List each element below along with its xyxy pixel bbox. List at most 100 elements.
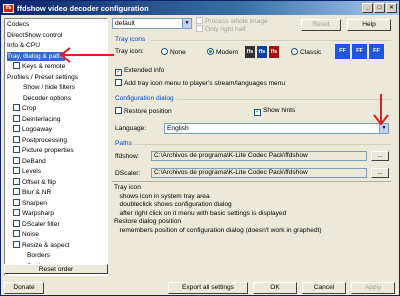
add-tray-menu-option[interactable]: Add tray icon menu to player's stream/la… bbox=[115, 79, 285, 87]
sidebar-item[interactable]: Sharpen bbox=[13, 198, 47, 208]
export-all-settings-button[interactable]: Export all settings bbox=[168, 282, 248, 294]
sidebar-item[interactable]: Blur & NR bbox=[13, 188, 51, 197]
classic-tray-icon-3: FF bbox=[369, 44, 384, 59]
ffdshow-browse-button[interactable]: ... bbox=[371, 151, 389, 161]
apply-button[interactable]: Apply bbox=[351, 282, 395, 294]
only-right-half-option[interactable]: Only right half bbox=[196, 25, 246, 33]
modern-tray-icon-1: ffs bbox=[245, 46, 255, 58]
restore-position-option[interactable]: Restore position bbox=[115, 107, 172, 115]
process-whole-image-checkbox[interactable] bbox=[196, 17, 203, 24]
maximize-button[interactable]: □ bbox=[374, 3, 385, 13]
restore-position-checkbox[interactable] bbox=[115, 107, 122, 114]
sidebar-item-checkbox[interactable] bbox=[13, 114, 20, 122]
sidebar-item-label: Picture properties bbox=[22, 147, 74, 154]
sidebar-item-checkbox[interactable] bbox=[13, 240, 20, 248]
tray-icon-none-option[interactable]: None bbox=[161, 48, 186, 56]
sidebar-item[interactable]: Crop bbox=[13, 104, 36, 113]
sidebar-item[interactable]: Show / hide filters bbox=[23, 83, 75, 92]
sidebar-item[interactable]: Profiles / Preset settings bbox=[7, 73, 78, 82]
section-divider bbox=[177, 99, 391, 100]
tray-icons-section-title: Tray icons bbox=[115, 36, 146, 43]
sidebar-item-checkbox[interactable] bbox=[13, 177, 20, 185]
classic-tray-icon-1: FF bbox=[335, 44, 350, 59]
show-hints-checkbox[interactable]: ✓ bbox=[254, 109, 261, 116]
sidebar-item-checkbox[interactable] bbox=[13, 209, 20, 216]
dscaler-path-label: DScaler: bbox=[115, 170, 141, 177]
sidebar-item-label: Sharpen bbox=[22, 199, 47, 207]
sidebar-item[interactable]: Noise bbox=[13, 230, 39, 239]
sidebar-item-checkbox[interactable] bbox=[13, 156, 20, 164]
sidebar-item[interactable]: Decoder options bbox=[23, 94, 71, 103]
modern-tray-icon-3: ffs bbox=[269, 46, 279, 58]
sidebar-item-label: Blur & NR bbox=[22, 189, 52, 196]
sidebar-item-label: Warpsharp bbox=[22, 210, 55, 217]
sidebar-item[interactable]: Deinterlacing bbox=[13, 114, 60, 124]
sidebar-item-checkbox[interactable] bbox=[13, 230, 20, 237]
sidebar-item[interactable]: Levels bbox=[13, 167, 41, 176]
language-select[interactable]: English ▼ bbox=[164, 123, 389, 134]
sidebar-item[interactable]: Postprocessing bbox=[13, 135, 67, 145]
ffdshow-path-field[interactable]: C:\Archivos de programa\K-Lite Codec Pac… bbox=[151, 151, 367, 161]
show-hints-option[interactable]: ✓ Show hints bbox=[254, 107, 295, 116]
sidebar-item-label: Logoaway bbox=[22, 126, 53, 133]
sidebar-item-label: Info & CPU bbox=[7, 42, 40, 49]
sidebar-item[interactable]: DScaler filter bbox=[13, 219, 60, 229]
sidebar-item[interactable]: Warpsharp bbox=[13, 209, 54, 218]
help-button[interactable]: Help bbox=[347, 19, 391, 31]
sidebar-item-checkbox[interactable] bbox=[13, 125, 20, 132]
close-button[interactable]: × bbox=[386, 3, 397, 13]
minimize-button[interactable]: _ bbox=[362, 3, 373, 13]
sidebar-item-checkbox[interactable] bbox=[13, 146, 20, 153]
reset-button[interactable]: Reset bbox=[301, 19, 341, 31]
tray-icon-none-radio[interactable] bbox=[161, 48, 168, 55]
show-hints-label: Show hints bbox=[263, 107, 296, 114]
reset-order-button[interactable]: Reset order bbox=[4, 264, 108, 274]
paths-section-title: Paths bbox=[115, 140, 132, 147]
sidebar-item-checkbox[interactable] bbox=[13, 62, 20, 69]
sidebar-item-label: DScaler filter bbox=[22, 220, 60, 228]
sidebar-item-checkbox[interactable] bbox=[13, 219, 20, 227]
profile-select[interactable]: default ▼ bbox=[112, 18, 192, 29]
tray-icon-classic-label: Classic bbox=[300, 49, 322, 56]
section-divider bbox=[133, 144, 391, 145]
sidebar-item[interactable]: Borders bbox=[27, 251, 50, 260]
sidebar-item-checkbox[interactable] bbox=[13, 104, 20, 111]
extended-info-option[interactable]: ✓ Extended info bbox=[115, 67, 164, 76]
add-tray-menu-checkbox[interactable] bbox=[115, 79, 122, 86]
classic-tray-icon-2: FF bbox=[352, 44, 367, 59]
cancel-button[interactable]: Cancel bbox=[302, 282, 346, 294]
help-line: Restore dialog position bbox=[114, 218, 182, 225]
sidebar-item[interactable]: Resize & aspect bbox=[13, 240, 70, 250]
sidebar-item-checkbox[interactable] bbox=[13, 167, 20, 174]
sidebar-item[interactable]: DeBand bbox=[13, 156, 46, 166]
sidebar-item[interactable]: Logoaway bbox=[13, 125, 52, 134]
sidebar-item-label: DirectShow control bbox=[7, 31, 63, 39]
ok-button[interactable]: OK bbox=[253, 282, 297, 294]
tray-icon-modern-radio[interactable] bbox=[207, 48, 214, 55]
tray-icon-modern-option[interactable]: Modern bbox=[207, 48, 238, 56]
sidebar-item[interactable]: Info & CPU bbox=[7, 41, 40, 50]
sidebar-item[interactable]: Picture properties bbox=[13, 146, 74, 155]
sidebar-item-checkbox[interactable] bbox=[13, 188, 20, 195]
tray-icon-classic-option[interactable]: Classic bbox=[291, 48, 321, 56]
sidebar-item[interactable]: DirectShow control bbox=[7, 31, 62, 40]
dscaler-browse-button[interactable]: ... bbox=[371, 168, 389, 178]
sidebar-item-checkbox[interactable] bbox=[13, 135, 20, 143]
donate-button[interactable]: Donate bbox=[4, 282, 44, 294]
process-whole-image-label: Process whole image bbox=[205, 18, 268, 25]
only-right-half-checkbox[interactable] bbox=[196, 25, 203, 32]
help-divider bbox=[112, 181, 391, 182]
sidebar-item-label: Crop bbox=[22, 105, 37, 112]
tray-icon-modern-label: Modern bbox=[216, 49, 239, 56]
sidebar-item-label: Offset & flip bbox=[22, 178, 56, 186]
sidebar-item[interactable]: Offset & flip bbox=[13, 177, 56, 187]
profile-select-value: default bbox=[115, 20, 135, 27]
sidebar-item[interactable]: Codecs bbox=[7, 20, 29, 29]
extended-info-checkbox[interactable]: ✓ bbox=[115, 69, 122, 76]
title-bar[interactable]: ffs ffdshow video decoder configuration … bbox=[1, 1, 399, 15]
process-whole-image-option[interactable]: Process whole image bbox=[196, 17, 268, 25]
dscaler-path-field[interactable]: C:\Archivos de programa\K-Lite Codec Pac… bbox=[151, 168, 367, 178]
tray-icon-classic-radio[interactable] bbox=[291, 48, 298, 55]
restore-position-label: Restore position bbox=[124, 108, 172, 115]
sidebar-item-checkbox[interactable] bbox=[13, 198, 20, 206]
